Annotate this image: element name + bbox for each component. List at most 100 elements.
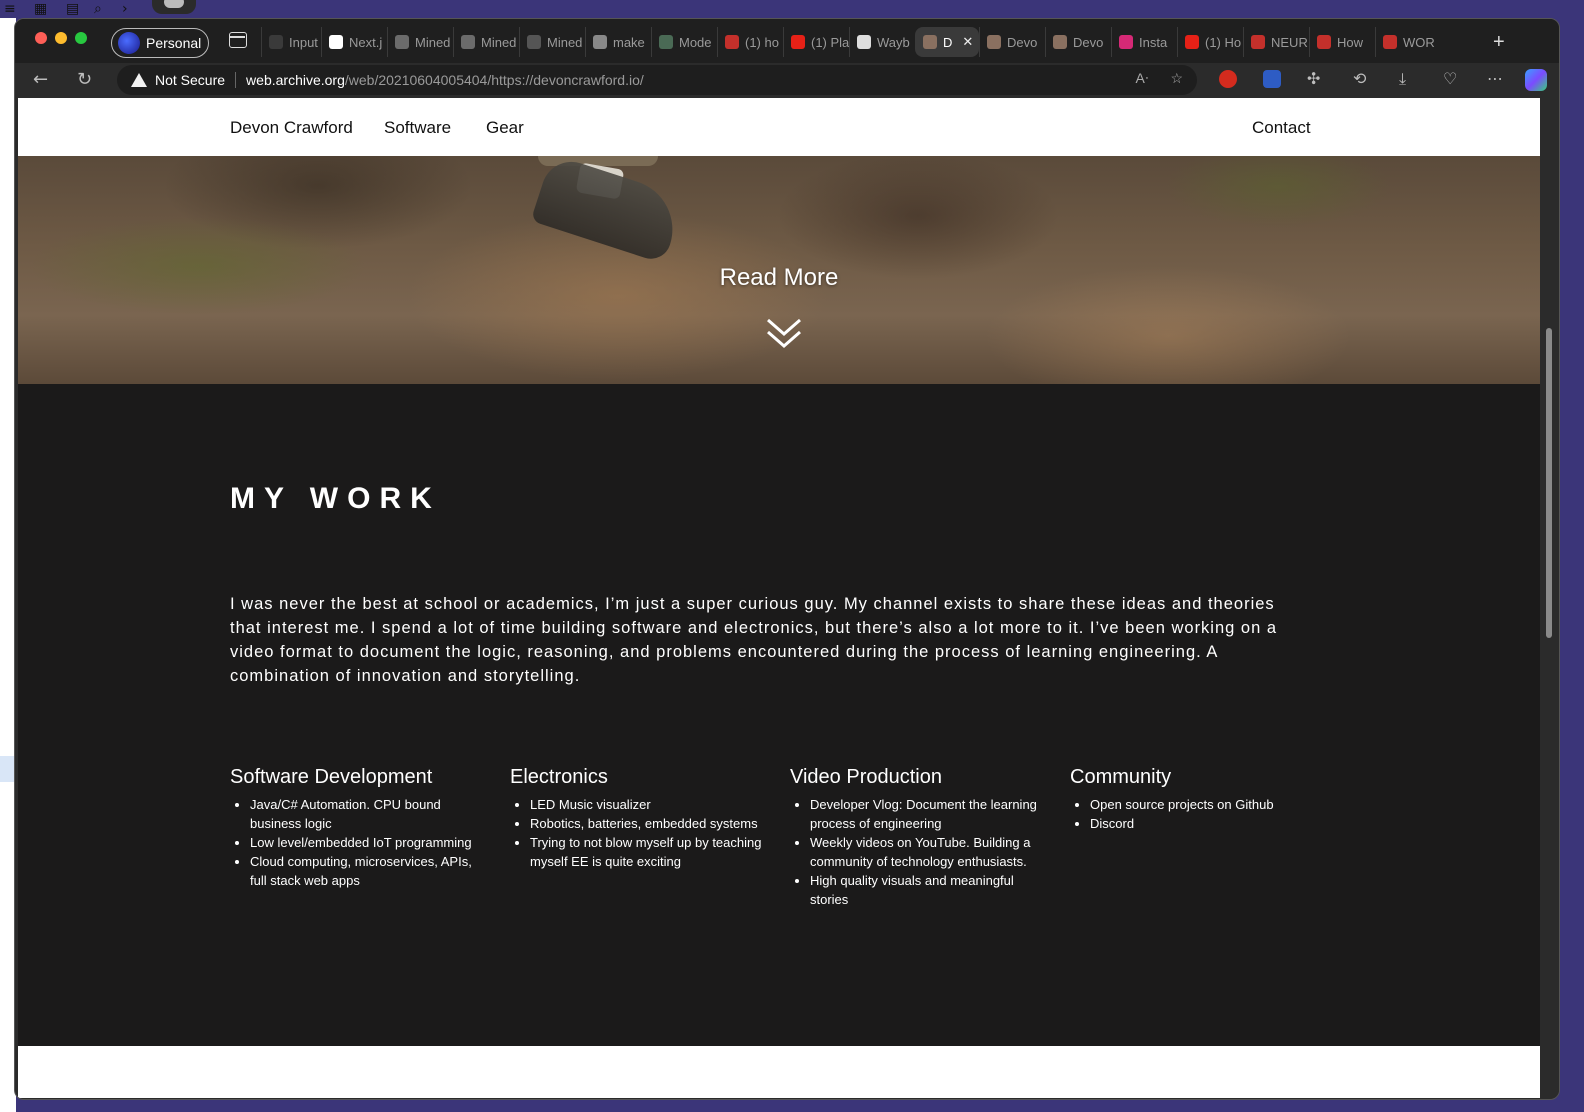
browser-tab[interactable]: make <box>585 27 651 57</box>
zoom-window-button[interactable] <box>75 32 87 44</box>
tab-title: How <box>1337 34 1364 50</box>
page-bottom <box>18 1046 1540 1098</box>
browser-tab[interactable]: Input <box>261 27 321 57</box>
tab-favicon-icon <box>527 35 541 49</box>
browser-tab[interactable]: NEUR <box>1243 27 1309 57</box>
list-item: Cloud computing, microservices, APIs, fu… <box>250 852 490 890</box>
browser-tab[interactable]: How <box>1309 27 1375 57</box>
history-icon[interactable]: ⟲ <box>1353 69 1366 88</box>
browser-tab[interactable]: Mined <box>387 27 453 57</box>
new-tab-button[interactable]: + <box>1493 31 1505 54</box>
browser-tab[interactable]: WOR <box>1375 27 1441 57</box>
browser-window: Personal Input Next.j Mined Mined Mined make M… <box>14 18 1560 1100</box>
address-bar[interactable]: Not Secure web.archive.org /web/20210604… <box>117 65 1197 95</box>
bitwarden-extension-icon[interactable] <box>1263 70 1281 88</box>
work-column-title: Electronics <box>510 766 608 788</box>
browser-tab[interactable]: Mined <box>453 27 519 57</box>
tab-title: NEUR <box>1271 34 1308 50</box>
terminal-icon[interactable]: › <box>122 1 128 17</box>
browser-tab[interactable]: Next.j <box>321 27 387 57</box>
work-column: Electronics LED Music visualizerRobotics,… <box>510 766 790 909</box>
downloads-icon[interactable]: ⤓ <box>1399 69 1406 89</box>
site-nav: Devon Crawford Software Gear Contact <box>18 98 1540 156</box>
more-menu-icon[interactable]: ⋯ <box>1487 69 1503 88</box>
read-aloud-icon[interactable]: Aᐧ <box>1136 70 1149 87</box>
my-work-section: MY WORK I was never the best at school o… <box>18 384 1540 1046</box>
work-column: Community Open source projects on GithubD… <box>1070 766 1350 909</box>
tab-favicon-icon <box>593 35 607 49</box>
work-column: Video Production Developer Vlog: Document… <box>790 766 1070 909</box>
work-column-title: Software Development <box>230 766 433 788</box>
browser-tab[interactable]: Devo <box>1045 27 1111 57</box>
tab-title: Input <box>289 34 318 50</box>
profile-avatar-icon <box>118 32 140 54</box>
browser-tab[interactable]: (1) Pla <box>783 27 849 57</box>
browser-tab[interactable]: D ✕ <box>915 27 979 57</box>
browser-tab[interactable]: Mined <box>519 27 585 57</box>
page-scrollbar[interactable] <box>1541 98 1559 1098</box>
refresh-icon[interactable]: ↻ <box>77 69 92 90</box>
table-icon[interactable]: ▦ <box>34 1 47 17</box>
browser-tab[interactable]: (1) ho <box>717 27 783 57</box>
tab-title: Mode <box>679 34 712 50</box>
nav-home-link[interactable]: Devon Crawford <box>230 118 353 138</box>
work-column-list: Developer Vlog: Document the learning pr… <box>790 795 1050 909</box>
browser-tab[interactable]: Wayb <box>849 27 915 57</box>
tab-favicon-icon <box>1119 35 1133 49</box>
search-icon[interactable]: ⌕ <box>94 1 102 17</box>
tab-favicon-icon <box>269 35 283 49</box>
work-column: Software Development Java/C# Automation. … <box>230 766 510 909</box>
tab-favicon-icon <box>461 35 475 49</box>
table-tree-icon[interactable]: ▤ <box>66 1 79 17</box>
list-item: Discord <box>1090 814 1330 833</box>
scrollbar-thumb[interactable] <box>1546 328 1552 638</box>
work-column-title: Video Production <box>790 766 942 788</box>
url-path: /web/20210604005404/https://devoncrawfor… <box>344 72 644 88</box>
nav-gear-link[interactable]: Gear <box>486 118 524 138</box>
list-item: Low level/embedded IoT programming <box>250 833 490 852</box>
close-window-button[interactable] <box>35 32 47 44</box>
url-host: web.archive.org <box>246 72 345 88</box>
tab-title: (1) Pla <box>811 34 849 50</box>
browser-essentials-icon[interactable]: ♡ <box>1443 69 1457 88</box>
work-column-title: Community <box>1070 766 1172 788</box>
discord-icon[interactable] <box>152 0 196 14</box>
tab-title: Mined <box>481 34 517 50</box>
tab-title: Mined <box>547 34 583 50</box>
tab-favicon-icon <box>1185 35 1199 49</box>
tab-actions-icon[interactable] <box>229 32 247 48</box>
tab-favicon-icon <box>1317 35 1331 49</box>
copilot-icon[interactable] <box>1525 69 1547 91</box>
database-icon[interactable]: ≡ <box>4 1 16 17</box>
tab-title: Mined <box>415 34 451 50</box>
extensions-puzzle-icon[interactable]: ✣ <box>1307 69 1320 88</box>
security-label[interactable]: Not Secure <box>155 72 225 88</box>
tab-title: make <box>613 34 645 50</box>
read-more-link[interactable]: Read More <box>18 264 1540 292</box>
minimize-window-button[interactable] <box>55 32 67 44</box>
tab-title: Wayb <box>877 34 910 50</box>
browser-tab[interactable]: Insta <box>1111 27 1177 57</box>
favorite-star-icon[interactable]: ☆ <box>1170 70 1183 87</box>
tab-favicon-icon <box>1053 35 1067 49</box>
hero-image: Read More <box>18 156 1540 384</box>
nav-contact-link[interactable]: Contact <box>1252 118 1311 138</box>
tab-title: Insta <box>1139 34 1168 50</box>
back-arrow-icon[interactable]: ← <box>33 69 48 90</box>
close-tab-icon[interactable]: ✕ <box>962 34 973 50</box>
tab-title: (1) ho <box>745 34 779 50</box>
browser-tab[interactable]: Mode <box>651 27 717 57</box>
browser-tab[interactable]: Devo <box>979 27 1045 57</box>
adblock-extension-icon[interactable] <box>1219 70 1237 88</box>
tab-favicon-icon <box>725 35 739 49</box>
nav-software-link[interactable]: Software <box>384 118 451 138</box>
tab-title: WOR <box>1403 34 1435 50</box>
profile-button[interactable]: Personal <box>111 28 209 58</box>
browser-tab[interactable]: (1) Ho <box>1177 27 1243 57</box>
tab-favicon-icon <box>395 35 409 49</box>
browser-toolbar: ← ↻ Not Secure web.archive.org /web/2021… <box>15 63 1559 97</box>
work-column-list: Java/C# Automation. CPU bound business l… <box>230 795 490 890</box>
profile-label: Personal <box>146 35 202 51</box>
tab-favicon-icon <box>923 35 937 49</box>
chevron-double-down-icon[interactable] <box>766 316 802 352</box>
